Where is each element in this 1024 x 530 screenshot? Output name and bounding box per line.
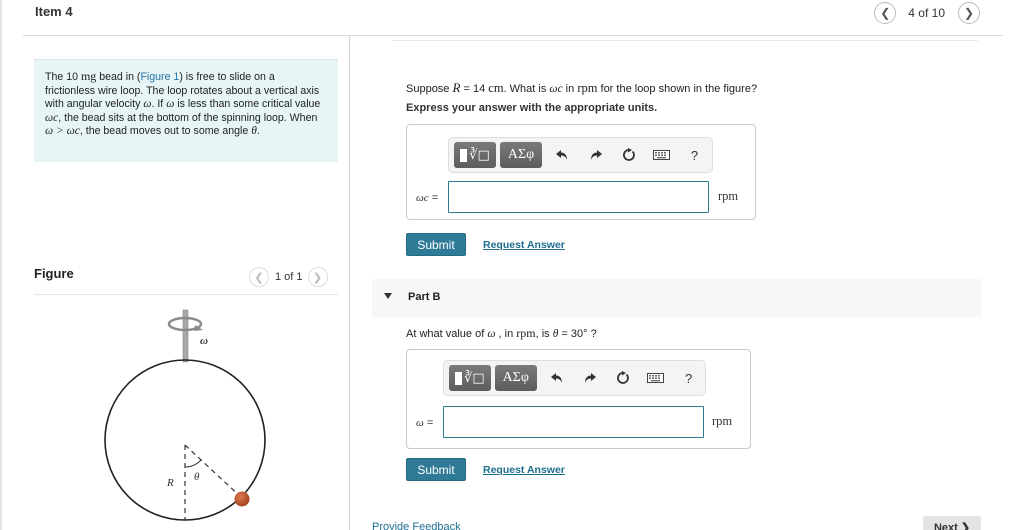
reset-icon — [616, 371, 629, 384]
redo-icon — [591, 150, 602, 160]
reset-button[interactable] — [612, 142, 645, 168]
question-divider — [392, 40, 978, 41]
provide-feedback-link[interactable]: Provide Feedback — [372, 521, 461, 530]
part-a-submit-button[interactable]: Submit — [406, 233, 466, 256]
part-a-request-answer-link[interactable]: Request Answer — [483, 239, 565, 251]
keyboard-icon — [647, 373, 665, 383]
figure-heading: Figure — [34, 266, 74, 281]
bead — [234, 491, 250, 507]
figure-pager: ❮ 1 of 1 ❯ — [249, 267, 328, 287]
part-b-unit: rpm — [712, 414, 733, 428]
item-title: Item 4 — [35, 4, 73, 19]
part-a-answer-input[interactable] — [448, 181, 709, 213]
item-pager-text: 4 of 10 — [908, 6, 945, 20]
keyboard-button[interactable] — [639, 365, 672, 391]
next-figure-button[interactable]: ❯ — [307, 267, 328, 287]
template-button[interactable]: ∛□ — [449, 365, 491, 391]
figure-pager-text: 1 of 1 — [275, 271, 303, 283]
previous-figure-button[interactable]: ❮ — [249, 267, 269, 287]
redo-icon — [585, 373, 597, 383]
caret-down-icon[interactable] — [384, 293, 392, 299]
help-button[interactable]: ? — [678, 142, 711, 168]
greek-symbols-button[interactable]: ΑΣφ — [494, 365, 537, 391]
chevron-right-icon: ❯ — [312, 271, 323, 284]
part-b-answer-label: ω = — [416, 417, 434, 429]
part-a-math-toolbar: ∛□ ΑΣφ ? — [448, 137, 713, 173]
chevron-left-icon: ❮ — [254, 271, 264, 284]
part-b-submit-button[interactable]: Submit — [406, 458, 466, 481]
reset-icon — [622, 148, 635, 161]
keyboard-icon — [653, 150, 670, 160]
part-b-request-answer-link[interactable]: Request Answer — [483, 464, 565, 476]
chevron-left-icon: ❮ — [880, 6, 891, 20]
bead-loop-figure: ω θ R — [104, 309, 266, 521]
window-edge — [0, 0, 2, 530]
previous-item-button[interactable]: ❮ — [874, 2, 897, 24]
part-b-answer-box: ∛□ ΑΣφ ? ω = rpm — [406, 349, 751, 449]
part-a-answer-label: ωc = — [416, 192, 439, 204]
chevron-right-icon: ❯ — [963, 6, 975, 20]
redo-button[interactable] — [579, 142, 612, 168]
keyboard-button[interactable] — [645, 142, 678, 168]
part-a-unit: rpm — [718, 189, 739, 203]
mass-unit: mg — [80, 69, 97, 83]
undo-button[interactable] — [546, 142, 579, 168]
part-a-answer-box: ∛□ ΑΣφ ? ωc = rpm — [406, 124, 756, 220]
part-a-question: Suppose R = 14 cm. What is ωc in rpm for… — [406, 80, 758, 95]
part-b-answer-input[interactable] — [443, 406, 704, 438]
omega-label: ω — [200, 335, 208, 347]
undo-icon — [556, 150, 567, 160]
undo-button[interactable] — [541, 365, 574, 391]
part-b-title: Part B — [408, 291, 441, 303]
part-b-math-toolbar: ∛□ ΑΣφ ? — [443, 360, 706, 396]
question-pane: Suppose R = 14 cm. What is ωc in rpm for… — [350, 36, 1024, 530]
undo-icon — [550, 373, 562, 383]
radical-template-icon: ∛□ — [464, 370, 485, 386]
radius-label: R — [166, 477, 174, 489]
part-b-question: At what value of ω , in rpm, is θ = 30° … — [406, 326, 597, 340]
help-button[interactable]: ? — [672, 365, 705, 391]
radical-template-icon: ∛□ — [469, 147, 490, 163]
problem-statement: The 10 mg bead in (Figure 1) is free to … — [34, 59, 338, 162]
greek-symbols-button[interactable]: ΑΣφ — [500, 142, 542, 168]
part-a-instruction: Express your answer with the appropriate… — [406, 102, 658, 114]
part-b-header[interactable]: Part B — [372, 279, 981, 317]
reset-button[interactable] — [606, 365, 639, 391]
figure-divider — [34, 294, 338, 295]
item-pager: ❮ 4 of 10 ❯ — [874, 2, 980, 24]
redo-button[interactable] — [574, 365, 607, 391]
next-item-button[interactable]: ❯ — [958, 2, 980, 24]
figure-link[interactable]: Figure 1 — [140, 71, 179, 83]
theta-label: θ — [194, 471, 200, 483]
next-button[interactable]: Next ❯ — [923, 516, 981, 530]
theta-arc — [184, 459, 202, 468]
template-button[interactable]: ∛□ — [454, 142, 496, 168]
